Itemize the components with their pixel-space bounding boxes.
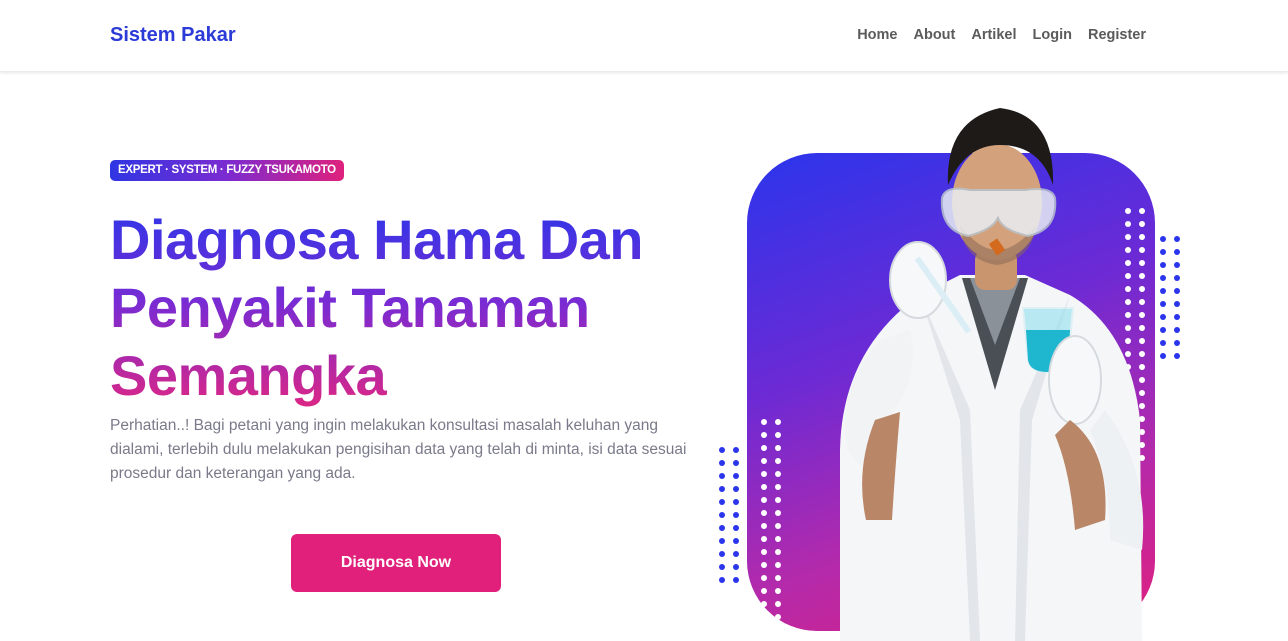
nav-links: Home About Artikel Login Register — [857, 27, 1146, 43]
hero-title-line-3: Semangka — [110, 342, 710, 410]
hero-illustration — [710, 90, 1190, 641]
brand-logo-link[interactable]: Sistem Pakar — [110, 24, 236, 47]
nav-link-about[interactable]: About — [913, 27, 955, 43]
navbar: Sistem Pakar Home About Artikel Login Re… — [0, 0, 1288, 72]
hero-title: Diagnosa Hama Dan Penyakit Tanaman Seman… — [110, 206, 710, 410]
hero-title-line-1: Diagnosa Hama Dan — [110, 206, 710, 274]
nav-link-artikel[interactable]: Artikel — [971, 27, 1016, 43]
nav-link-login[interactable]: Login — [1033, 27, 1072, 43]
hero-title-line-2: Penyakit Tanaman — [110, 274, 710, 342]
hero-badge: EXPERT · SYSTEM · FUZZY TSUKAMOTO — [110, 160, 344, 181]
nav-link-register[interactable]: Register — [1088, 27, 1146, 43]
dot-pattern-blue-left — [719, 447, 739, 583]
scientist-image — [840, 108, 1144, 641]
hero-description: Perhatian..! Bagi petani yang ingin mela… — [110, 417, 687, 482]
nav-link-home[interactable]: Home — [857, 27, 897, 43]
diagnosa-now-button[interactable]: Diagnosa Now — [291, 534, 501, 592]
